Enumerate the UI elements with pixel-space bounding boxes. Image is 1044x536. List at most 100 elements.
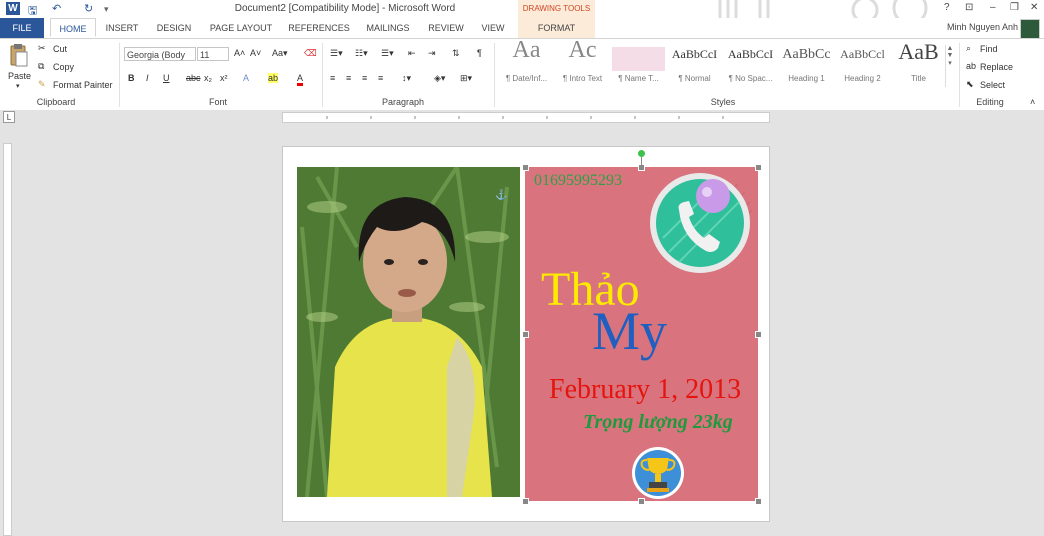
child-photo[interactable] <box>297 167 520 497</box>
user-name[interactable]: Minh Nguyen Anh <box>947 22 1018 32</box>
tab-insert[interactable]: INSERT <box>100 18 144 38</box>
rotation-handle[interactable] <box>638 150 645 157</box>
line-spacing-icon[interactable]: ↕▾ <box>402 73 411 84</box>
style-no-spacing[interactable]: AaBbCcI ¶ No Spac... <box>724 43 777 87</box>
style-intro-text[interactable]: Ac ¶ Intro Text <box>556 37 609 87</box>
anchor-icon: ⚓ <box>495 190 508 201</box>
style-normal[interactable]: AaBbCcI ¶ Normal <box>668 43 721 87</box>
shading-icon[interactable]: ◈▾ <box>434 73 445 84</box>
paste-dropdown-icon[interactable]: ▾ <box>16 82 20 90</box>
close-icon[interactable]: ✕ <box>1030 2 1038 13</box>
styles-gallery: Aa ¶ Date/Inf... Ac ¶ Intro Text ¶ Name … <box>500 37 946 87</box>
sort-icon[interactable]: ⇅ <box>452 48 460 59</box>
resize-handle-bottom[interactable] <box>638 498 645 505</box>
editing-group-label: Editing <box>976 97 1004 107</box>
tab-selector[interactable]: L <box>3 111 15 123</box>
font-color-button[interactable]: A <box>297 73 304 86</box>
multilevel-list-icon[interactable]: ☰▾ <box>381 48 394 59</box>
find-icon[interactable]: ⌕ <box>966 43 971 54</box>
resize-handle-left[interactable] <box>522 331 529 338</box>
resize-handle-top-right[interactable] <box>755 164 762 171</box>
resize-handle-bottom-right[interactable] <box>755 498 762 505</box>
text-effects-button[interactable]: A <box>243 73 249 83</box>
ruler-ticks <box>326 116 724 119</box>
style-date-info[interactable]: Aa ¶ Date/Inf... <box>500 37 553 87</box>
drawing-tools-label: DRAWING TOOLS <box>518 0 595 18</box>
format-painter-button[interactable]: Format Painter <box>53 80 113 90</box>
tab-home[interactable]: HOME <box>50 18 96 37</box>
photo-illustration <box>297 167 520 497</box>
resize-handle-right[interactable] <box>755 331 762 338</box>
replace-icon[interactable]: ab <box>966 61 976 71</box>
select-icon[interactable]: ⬉ <box>966 79 974 90</box>
cut-button[interactable]: Cut <box>53 44 67 54</box>
strikethrough-button[interactable]: abc <box>186 73 201 83</box>
separator <box>494 43 495 107</box>
align-left-icon[interactable]: ≡ <box>330 73 335 83</box>
shrink-font-icon[interactable]: A˅ <box>250 48 261 58</box>
font-group-label: Font <box>208 97 227 107</box>
ribbon-display-icon[interactable]: ⊡ <box>965 2 973 13</box>
paste-button[interactable]: Paste <box>8 71 31 81</box>
clear-formatting-icon[interactable]: ⌫ <box>304 48 317 59</box>
title-bar: W 🖫 ↶ ↻ ▾ Document2 [Compatibility Mode]… <box>0 0 1044 18</box>
horizontal-ruler[interactable] <box>282 112 770 123</box>
bold-button[interactable]: B <box>128 73 135 83</box>
decrease-indent-icon[interactable]: ⇤ <box>408 48 416 59</box>
birth-date-text[interactable]: February 1, 2013 <box>549 374 741 406</box>
superscript-button[interactable]: x² <box>220 73 228 83</box>
resize-handle-top-left[interactable] <box>522 164 529 171</box>
weight-text[interactable]: Trọng lượng 23kg <box>583 411 733 434</box>
bullets-icon[interactable]: ☰▾ <box>330 48 343 59</box>
numbering-icon[interactable]: ☷▾ <box>355 48 368 59</box>
show-formatting-icon[interactable]: ¶ <box>477 48 482 58</box>
font-size-select[interactable]: 11 <box>197 47 229 61</box>
replace-button[interactable]: Replace <box>980 62 1013 72</box>
tab-mailings[interactable]: MAILINGS <box>360 18 416 38</box>
change-case-icon[interactable]: Aa▾ <box>272 48 288 59</box>
align-right-icon[interactable]: ≡ <box>362 73 367 83</box>
highlight-button[interactable]: ab <box>268 73 279 83</box>
help-icon[interactable]: ? <box>944 2 950 13</box>
tab-design[interactable]: DESIGN <box>152 18 196 38</box>
tab-references[interactable]: REFERENCES <box>286 18 352 38</box>
style-heading-2[interactable]: AaBbCcl Heading 2 <box>836 43 889 87</box>
styles-scroll[interactable]: ▲ ▼ ▾ <box>945 45 954 87</box>
resize-handle-bottom-left[interactable] <box>522 498 529 505</box>
cut-icon[interactable]: ✂ <box>38 43 46 54</box>
justify-icon[interactable]: ≡ <box>378 73 383 83</box>
style-title[interactable]: AaB Title <box>892 39 945 87</box>
select-button[interactable]: Select <box>980 80 1005 90</box>
clipboard-group-label: Clipboard <box>36 97 76 107</box>
last-name-text[interactable]: My <box>592 300 667 362</box>
copy-button[interactable]: Copy <box>53 62 74 72</box>
phone-number-text[interactable]: 01695995293 <box>534 172 622 190</box>
font-family-select[interactable]: Georgia (Body <box>124 47 196 61</box>
tab-review[interactable]: REVIEW <box>424 18 468 38</box>
resize-handle-top[interactable] <box>638 164 645 171</box>
subscript-button[interactable]: x₂ <box>204 73 212 83</box>
paste-icon[interactable] <box>9 43 29 69</box>
grow-font-icon[interactable]: A˄ <box>234 48 245 58</box>
copy-icon[interactable]: ⧉ <box>38 61 44 72</box>
vertical-ruler[interactable] <box>3 143 12 536</box>
avatar[interactable] <box>1020 19 1040 39</box>
italic-button[interactable]: I <box>146 73 149 83</box>
collapse-ribbon-icon[interactable]: ˄ <box>1030 97 1035 107</box>
minimize-icon[interactable]: – <box>990 2 996 13</box>
restore-icon[interactable]: ❐ <box>1010 2 1019 13</box>
tab-format[interactable]: FORMAT <box>518 18 595 38</box>
increase-indent-icon[interactable]: ⇥ <box>428 48 436 59</box>
find-button[interactable]: Find <box>980 44 998 54</box>
styles-group-label: Styles <box>710 97 736 107</box>
tab-view[interactable]: VIEW <box>476 18 510 38</box>
style-heading-1[interactable]: AaBbCc Heading 1 <box>780 43 833 87</box>
tab-file[interactable]: FILE <box>0 18 44 38</box>
underline-button[interactable]: U <box>163 73 170 83</box>
tab-page-layout[interactable]: PAGE LAYOUT <box>206 18 276 38</box>
format-painter-icon[interactable]: ✎ <box>38 79 46 90</box>
borders-icon[interactable]: ⊞▾ <box>460 73 472 84</box>
trophy-icon <box>631 446 685 500</box>
align-center-icon[interactable]: ≡ <box>346 73 351 83</box>
style-name-title[interactable]: ¶ Name T... <box>612 43 665 87</box>
